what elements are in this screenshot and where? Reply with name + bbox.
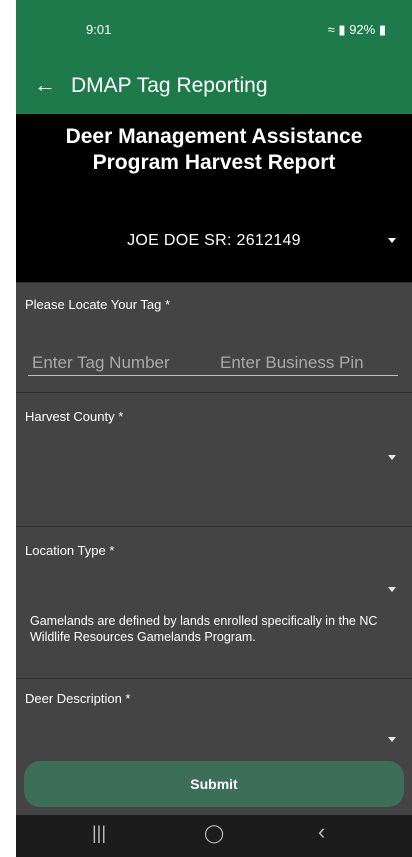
home-icon[interactable]: ◯ — [204, 823, 224, 844]
business-pin-input[interactable] — [216, 351, 398, 376]
submit-area: Submit — [16, 747, 412, 815]
battery-level: 92% — [349, 22, 376, 37]
tag-section: Please Locate Your Tag * — [16, 282, 412, 393]
page-title: Deer Management Assistance Program Harve… — [16, 124, 412, 176]
harvest-county-label: Harvest County * — [25, 409, 124, 424]
page-title-line-1: Deer Management Assistance — [65, 125, 363, 148]
report-header: Deer Management Assistance Program Harve… — [16, 114, 412, 282]
system-nav-bar: ||| ◯ ‹ — [16, 815, 412, 857]
recent-apps-icon[interactable]: ||| — [92, 823, 106, 844]
status-bar: 9:01 ≈ ▮ 92% ▮ — [16, 0, 412, 60]
location-type-section[interactable]: Location Type * Gamelands are defined by… — [16, 526, 412, 679]
app-bar-title: DMAP Tag Reporting — [71, 74, 268, 97]
user-dropdown-chevron-icon[interactable] — [388, 238, 396, 243]
deer-description-label: Deer Description * — [25, 691, 131, 706]
gamelands-note: Gamelands are defined by lands enrolled … — [30, 614, 378, 644]
status-time: 9:01 — [86, 22, 112, 37]
back-arrow-icon[interactable]: ← — [34, 72, 56, 98]
deer-description-section[interactable]: Deer Description * — [16, 678, 412, 748]
page-title-line-2: Program Harvest Report — [92, 151, 336, 174]
wifi-icon: ≈ — [327, 22, 335, 37]
tag-section-label: Please Locate Your Tag * — [25, 297, 171, 312]
harvest-county-chevron-icon[interactable] — [388, 455, 396, 460]
location-type-chevron-icon[interactable] — [388, 587, 396, 592]
tag-number-input[interactable] — [28, 351, 218, 376]
signal-icon: ▮ — [338, 22, 346, 37]
nav-back-icon[interactable]: ‹ — [318, 819, 325, 845]
app-bar: ← DMAP Tag Reporting — [16, 60, 412, 114]
status-right: ≈ ▮ 92% ▮ — [328, 22, 386, 38]
harvest-county-section[interactable]: Harvest County * — [16, 392, 412, 527]
deer-description-chevron-icon[interactable] — [388, 737, 396, 742]
user-selector[interactable]: JOE DOE SR: 2612149 — [16, 232, 412, 250]
battery-icon: ▮ — [378, 22, 386, 37]
submit-button[interactable]: Submit — [24, 761, 404, 807]
location-type-label: Location Type * — [25, 543, 115, 558]
phone-screen: 9:01 ≈ ▮ 92% ▮ ← DMAP Tag Reporting Deer… — [16, 0, 412, 857]
